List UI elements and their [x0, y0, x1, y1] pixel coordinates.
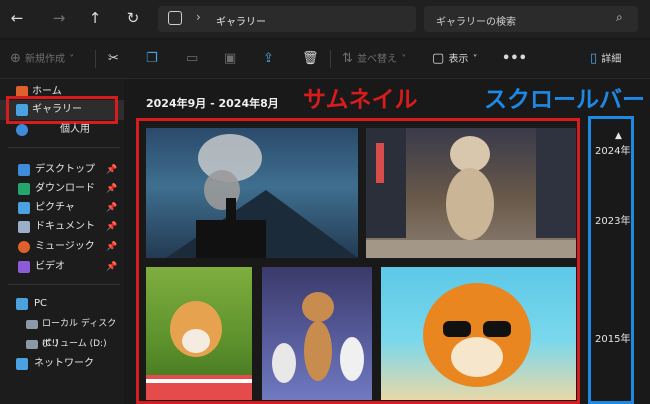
address-bar[interactable]: › ギャラリー: [158, 6, 416, 32]
sidebar-item-drive-d[interactable]: ボリューム (D:): [0, 334, 124, 354]
documents-icon: [18, 221, 30, 233]
gallery-icon: [168, 11, 182, 25]
timeline-year[interactable]: 2015年: [595, 330, 630, 345]
toolbar-divider: [95, 50, 96, 68]
timeline-year[interactable]: 2024年: [595, 142, 630, 157]
scrollbar-annotation: スクロールバー: [484, 87, 645, 113]
sidebar-item-label: ネットワーク: [34, 358, 94, 369]
search-icon[interactable]: ⌕: [616, 10, 623, 25]
drive-icon: [26, 340, 38, 349]
pc-icon: [16, 298, 28, 310]
timeline-year[interactable]: 2023年: [595, 212, 630, 227]
chevron-right-icon: ›: [196, 10, 201, 24]
scroll-up-icon[interactable]: ▲: [615, 131, 622, 141]
breadcrumb[interactable]: ギャラリー: [216, 13, 266, 28]
videos-icon: [18, 261, 30, 273]
forward-arrow-icon[interactable]: →: [48, 8, 70, 28]
details-pane-icon: ▯: [590, 51, 598, 66]
music-icon: [18, 241, 30, 253]
chevron-down-icon: ˅: [401, 54, 407, 65]
new-item-label: 新規作成: [25, 54, 66, 65]
chevron-down-icon: ˅: [472, 54, 478, 65]
sidebar-item-pc[interactable]: PC: [0, 294, 124, 314]
up-arrow-icon[interactable]: ↑: [84, 8, 106, 28]
delete-icon[interactable]: 🗑: [302, 50, 319, 68]
network-icon: [16, 358, 28, 370]
date-range-heading: 2024年9月 - 2024年8月: [146, 97, 279, 110]
sidebar-item-desktop[interactable]: デスクトップ 📌: [0, 160, 124, 180]
thumbnail-bear-sunglasses[interactable]: [381, 267, 576, 400]
sort-icon: ⇅: [342, 51, 353, 66]
pin-icon[interactable]: 📌: [106, 198, 117, 218]
download-icon: [18, 183, 30, 195]
steam-train-image: [166, 134, 358, 258]
sidebar-item-label: ダウンロード: [35, 183, 95, 194]
thumbnail-walking-cat[interactable]: [366, 128, 576, 258]
sidebar-item-label: ボリューム (D:): [42, 339, 107, 349]
thumbnail-dancing-animals[interactable]: [262, 267, 372, 400]
paste-icon[interactable]: ▭: [186, 50, 198, 68]
dog-picnic-image: [146, 301, 252, 400]
pin-icon[interactable]: 📌: [106, 237, 117, 257]
pictures-icon: [18, 202, 30, 214]
sidebar-item-documents[interactable]: ドキュメント 📌: [0, 217, 124, 237]
bear-sunglasses-image: [423, 283, 531, 387]
drive-icon: [26, 320, 38, 329]
details-label: 詳細: [601, 54, 622, 65]
thumbnail-annotation: サムネイル: [303, 87, 418, 113]
dancing-animals-image: [272, 292, 364, 383]
sidebar-item-downloads[interactable]: ダウンロード 📌: [0, 179, 124, 199]
copy-icon[interactable]: ❐: [146, 50, 158, 68]
sidebar-item-music[interactable]: ミュージック 📌: [0, 237, 124, 257]
refresh-icon[interactable]: ↻: [122, 8, 144, 28]
pin-icon[interactable]: 📌: [106, 217, 117, 237]
sidebar-item-network[interactable]: ネットワーク: [0, 354, 124, 374]
sidebar-item-label: 個人用: [60, 124, 90, 135]
scrollbar-highlight-box: [588, 116, 634, 404]
chevron-down-icon: ˅: [69, 54, 75, 65]
sort-button[interactable]: ⇅ 並べ替え ˅: [342, 50, 406, 68]
back-arrow-icon[interactable]: ←: [6, 8, 28, 28]
command-bar: [0, 40, 650, 79]
sidebar-item-personal[interactable]: 個人用: [0, 120, 124, 140]
share-icon[interactable]: ⇪: [263, 50, 274, 68]
toolbar-divider: [330, 50, 331, 68]
details-button[interactable]: ▯ 詳細: [590, 50, 621, 68]
thumbnail-steam-train[interactable]: [146, 128, 358, 258]
view-button[interactable]: ▢ 表示 ˅: [432, 50, 478, 68]
sidebar-item-videos[interactable]: ビデオ 📌: [0, 257, 124, 277]
more-options-icon[interactable]: •••: [502, 50, 527, 68]
search-input[interactable]: ギャラリーの検索: [436, 13, 516, 28]
thumbnail-dog-picnic[interactable]: [146, 267, 252, 400]
sidebar-item-pictures[interactable]: ピクチャ 📌: [0, 198, 124, 218]
sidebar-divider: [8, 284, 120, 285]
plus-icon: ⊕: [10, 51, 21, 66]
sidebar-item-label: ミュージック: [35, 241, 95, 252]
sidebar-item-label: PC: [34, 298, 48, 309]
cloud-icon: [16, 124, 28, 136]
search-box[interactable]: ギャラリーの検索 ⌕: [424, 6, 638, 32]
sort-label: 並べ替え: [357, 54, 398, 65]
new-item-button[interactable]: ⊕ 新規作成 ˅: [10, 50, 74, 68]
sidebar-item-label: ビデオ: [35, 261, 65, 272]
pin-icon[interactable]: 📌: [106, 179, 117, 199]
cut-icon[interactable]: ✂: [108, 50, 119, 68]
view-label: 表示: [448, 54, 469, 65]
rename-icon[interactable]: ▣: [224, 50, 236, 68]
desktop-icon: [18, 164, 30, 176]
view-icon: ▢: [432, 51, 445, 66]
pin-icon[interactable]: 📌: [106, 160, 117, 180]
sidebar-item-label: ドキュメント: [35, 221, 95, 232]
walking-cat-image: [366, 128, 576, 258]
sidebar-item-label: デスクトップ: [35, 164, 95, 175]
pin-icon[interactable]: 📌: [106, 257, 117, 277]
sidebar-item-label: ピクチャ: [35, 202, 75, 213]
sidebar-divider: [8, 147, 120, 148]
sidebar-item-drive-c[interactable]: ローカル ディスク (C:): [0, 314, 124, 349]
